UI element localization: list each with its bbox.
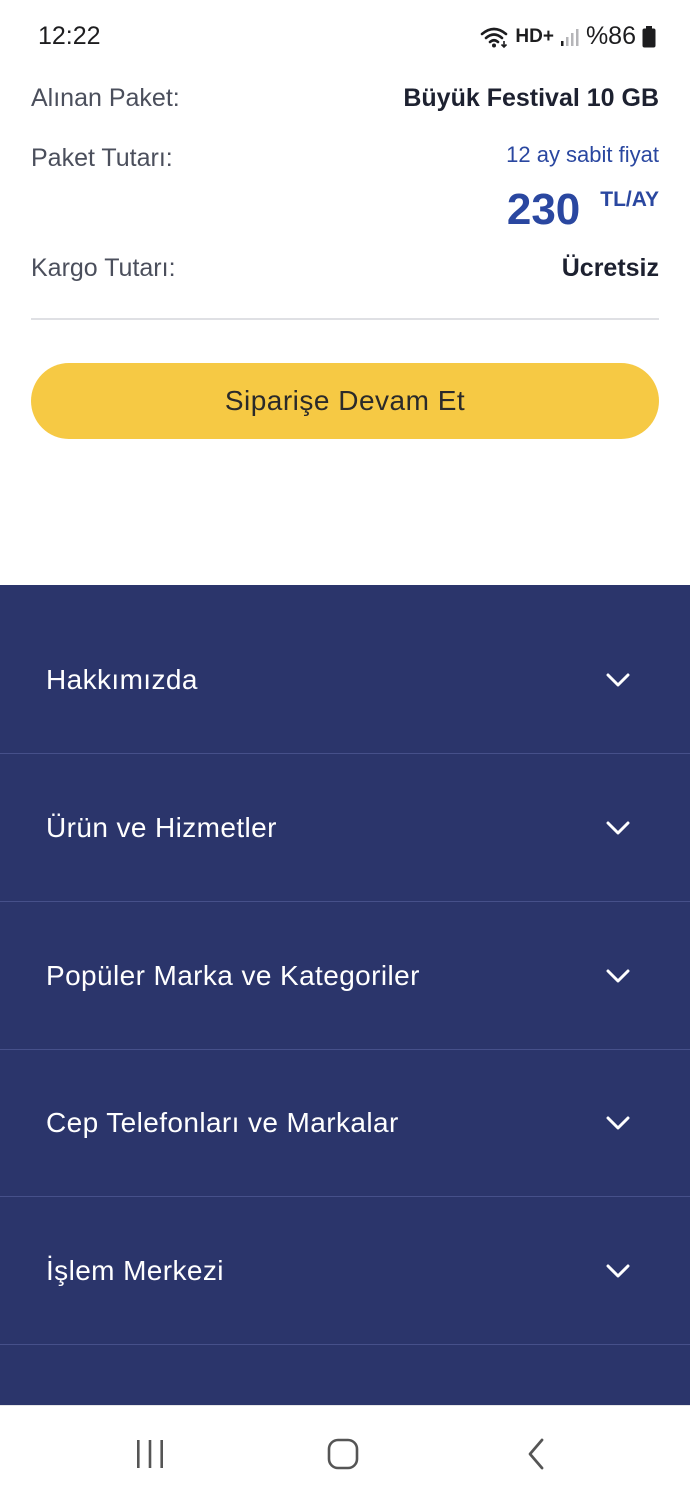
status-icons: HD+ %86: [479, 22, 656, 51]
price-label: Paket Tutarı:: [31, 144, 173, 172]
accordion-item-products[interactable]: Ürün ve Hizmetler: [0, 755, 690, 902]
shipping-value: Ücretsiz: [561, 254, 659, 282]
accordion-item-about[interactable]: Hakkımızda: [0, 607, 690, 754]
home-button[interactable]: [313, 1428, 373, 1480]
battery-level: %86: [585, 22, 636, 50]
system-nav-bar: [0, 1405, 690, 1495]
accordion-item-brands-categories[interactable]: Popüler Marka ve Kategoriler: [0, 903, 690, 1050]
price-note: 12 ay sabit fiyat: [506, 142, 659, 167]
recent-apps-button[interactable]: [120, 1428, 180, 1480]
accordion-label: İşlem Merkezi: [46, 1255, 224, 1286]
recent-apps-icon: [137, 1440, 163, 1468]
accordion-label: Cep Telefonları ve Markalar: [46, 1107, 399, 1138]
chevron-down-icon: [606, 1116, 630, 1130]
status-time: 12:22: [38, 22, 101, 50]
package-value: Büyük Festival 10 GB: [403, 84, 659, 112]
package-price: 230 TL/AY: [507, 184, 659, 236]
accordion-item-phones[interactable]: Cep Telefonları ve Markalar: [0, 1050, 690, 1197]
footer-menu: Hakkımızda Ürün ve Hizmetler Popüler Mar…: [0, 585, 690, 1405]
price-amount: 230: [506, 185, 581, 234]
accordion-label: Hakkımızda: [46, 664, 198, 695]
price-unit: TL/AY: [600, 188, 659, 211]
accordion-item-transaction-center[interactable]: İşlem Merkezi: [0, 1198, 690, 1345]
signal-icon: [560, 27, 580, 47]
shipping-label: Kargo Tutarı:: [31, 254, 176, 282]
status-bar: 12:22 HD+ %86: [0, 0, 690, 72]
chevron-down-icon: [606, 969, 630, 983]
divider: [31, 318, 659, 320]
back-icon: [528, 1438, 544, 1470]
chevron-down-icon: [606, 1264, 630, 1278]
package-label: Alınan Paket:: [31, 84, 180, 112]
chevron-down-icon: [606, 821, 630, 835]
back-button[interactable]: [506, 1428, 566, 1480]
wifi-icon: [479, 25, 509, 49]
continue-order-button[interactable]: Siparişe Devam Et: [31, 363, 659, 439]
home-icon: [327, 1438, 359, 1470]
accordion-label: Ürün ve Hizmetler: [46, 812, 277, 843]
accordion-label: Popüler Marka ve Kategoriler: [46, 960, 420, 991]
battery-icon: [642, 25, 656, 48]
chevron-down-icon: [606, 673, 630, 687]
network-type: HD+: [515, 25, 554, 47]
